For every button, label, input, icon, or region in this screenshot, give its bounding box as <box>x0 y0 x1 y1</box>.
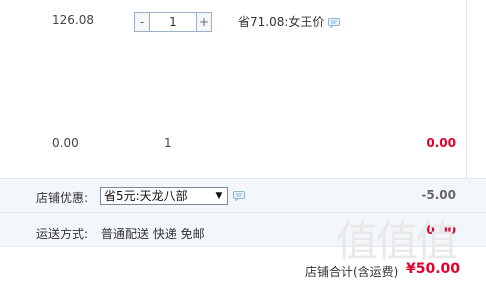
qty-increase-button[interactable]: + <box>196 12 212 32</box>
qty-input[interactable]: 1 <box>150 12 196 32</box>
shop-discount-select[interactable]: 省5元:天龙八部 ▼ <box>100 187 228 205</box>
promo-text: 省71.08:女王价 <box>238 13 341 30</box>
chat-icon[interactable] <box>233 191 245 201</box>
item-subtotal: 0.00 <box>426 136 456 150</box>
item-unit-price: 126.08 <box>52 13 94 27</box>
shop-discount-selected: 省5元:天龙八部 <box>104 189 188 203</box>
site-watermark: 值值值 <box>336 217 458 266</box>
dropdown-arrow-icon[interactable]: ▼ <box>213 189 225 203</box>
shop-discount-label: 店铺优惠: <box>36 191 89 205</box>
item-unit-price: 0.00 <box>52 136 79 150</box>
item-quantity: 1 <box>164 136 172 150</box>
shipping-label: 运送方式: <box>36 227 89 241</box>
qty-decrease-button[interactable]: - <box>134 12 150 32</box>
shipping-method: 普通配送 快递 免邮 <box>101 227 205 241</box>
column-divider <box>466 0 467 178</box>
shop-discount-amount: -5.00 <box>421 188 456 202</box>
promo-label: 省71.08:女王价 <box>238 15 325 29</box>
quantity-stepper[interactable]: - 1 + <box>134 12 212 32</box>
chat-icon[interactable] <box>328 17 341 28</box>
